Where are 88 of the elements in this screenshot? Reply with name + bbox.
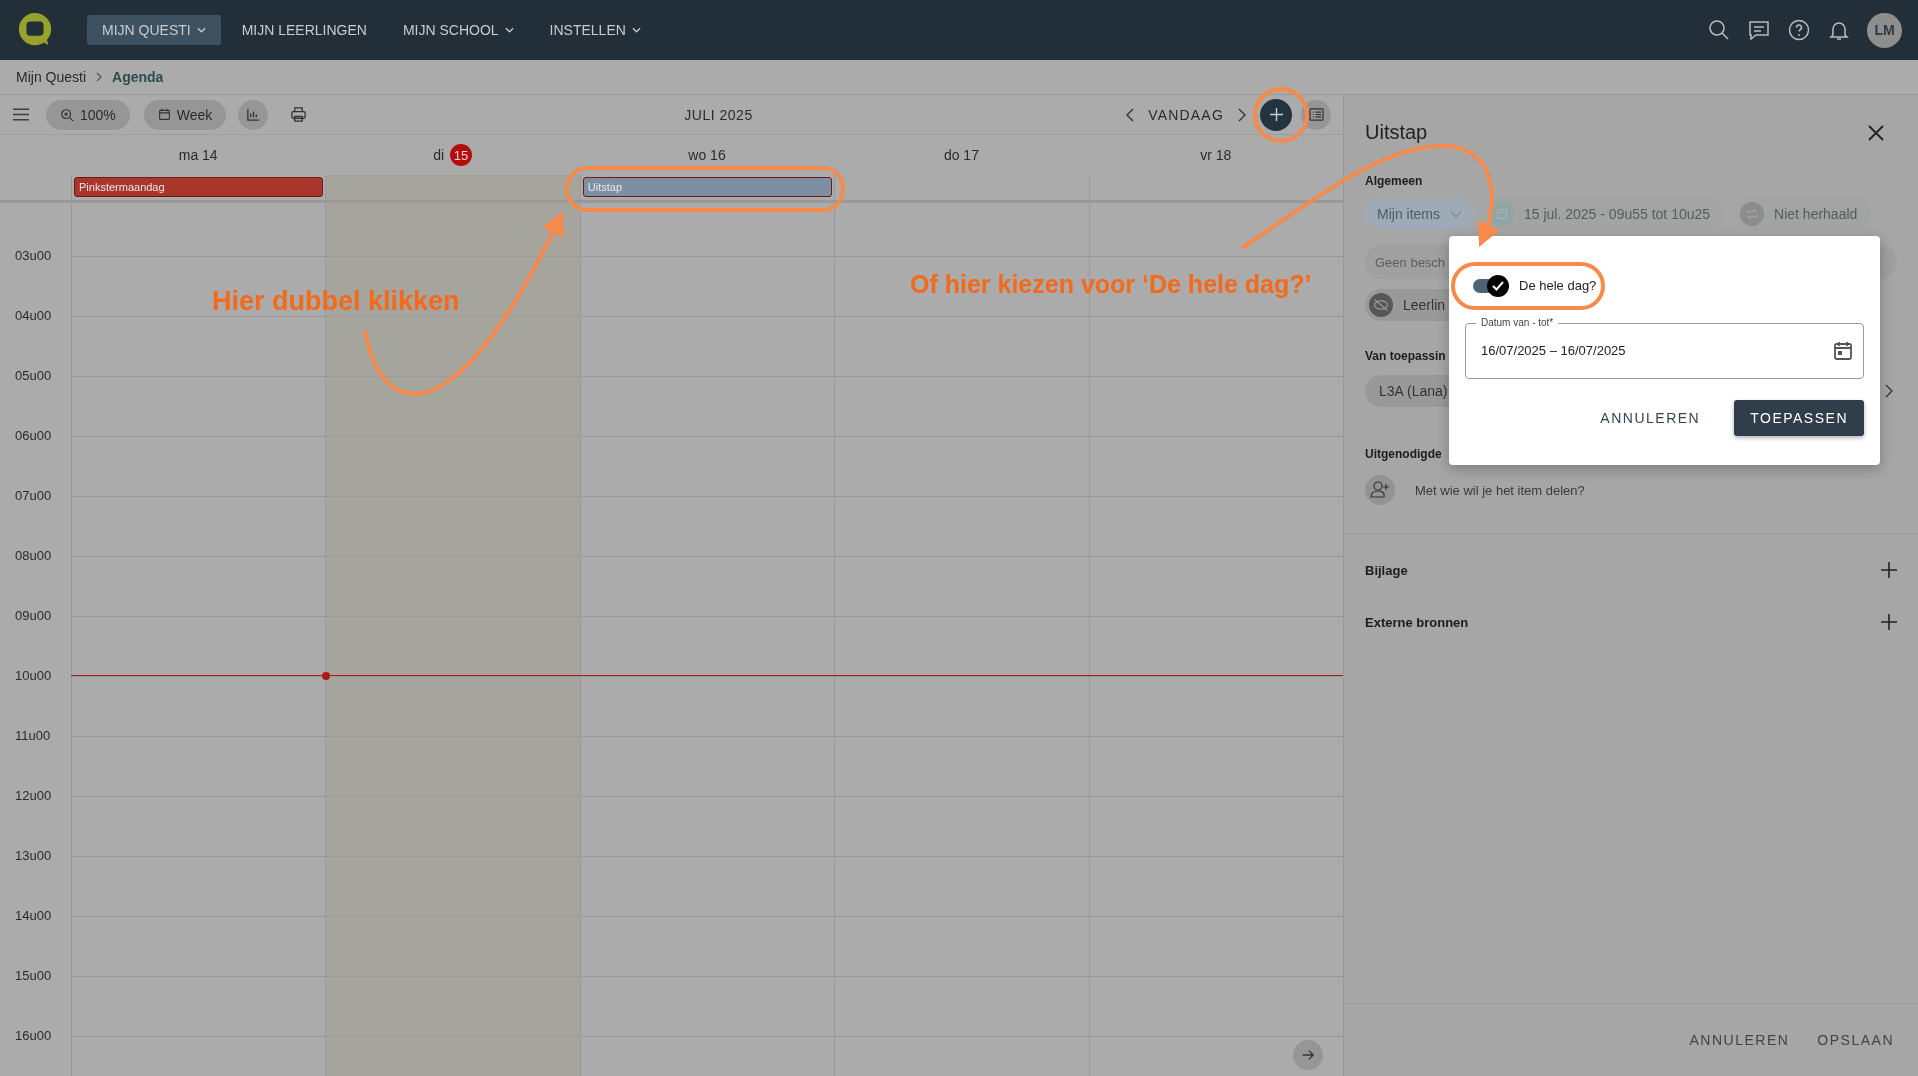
calendar-icon[interactable] bbox=[1833, 340, 1853, 361]
time-slot[interactable] bbox=[834, 676, 1089, 736]
time-slot[interactable] bbox=[325, 316, 580, 376]
chat-icon[interactable] bbox=[1747, 18, 1771, 42]
nav-menu-item[interactable]: MIJN SCHOOL bbox=[387, 15, 529, 45]
zoom-button[interactable]: 100% bbox=[46, 99, 130, 130]
hour-label: 08u00 bbox=[15, 548, 53, 563]
nav-menu-item[interactable]: INSTELLEN bbox=[534, 15, 656, 45]
arrow-right-icon bbox=[1301, 1048, 1316, 1062]
hour-label: 05u00 bbox=[15, 368, 53, 383]
nav-menu-item[interactable]: MIJN LEERLINGEN bbox=[226, 15, 382, 45]
hour-label: 14u00 bbox=[15, 908, 53, 923]
help-icon[interactable] bbox=[1787, 18, 1811, 42]
section-heading: Algemeen bbox=[1365, 174, 1423, 188]
highlight-ring bbox=[1253, 87, 1309, 143]
day-label: ma 14 bbox=[178, 147, 218, 163]
plus-icon[interactable] bbox=[1881, 562, 1897, 578]
chevron-down-icon bbox=[504, 27, 514, 33]
section-heading: Uitgenodigde bbox=[1365, 447, 1442, 461]
hour-label: 11u00 bbox=[15, 728, 52, 743]
view-button[interactable]: Week bbox=[143, 99, 227, 130]
section-heading: Bijlage bbox=[1365, 562, 1408, 578]
chevron-right-icon[interactable] bbox=[1238, 107, 1246, 122]
chevron-down-icon bbox=[1450, 210, 1462, 218]
calendar-icon bbox=[1490, 202, 1514, 226]
breadcrumb-link[interactable]: Mijn Questi bbox=[16, 69, 87, 85]
chevron-down-icon bbox=[631, 27, 641, 33]
current-time-dot bbox=[322, 672, 331, 680]
date-time-chip[interactable]: 15 jul. 2025 - 09u55 tot 10u25 bbox=[1486, 198, 1725, 230]
hour-label: 06u00 bbox=[15, 428, 53, 443]
chevron-down-icon bbox=[196, 27, 206, 33]
nav-menu-item[interactable]: MIJN QUESTI bbox=[87, 15, 221, 45]
hour-label: 15u00 bbox=[15, 968, 53, 983]
repeat-icon bbox=[1740, 202, 1765, 226]
day-label: wo 16 bbox=[688, 147, 726, 163]
add-person-icon[interactable] bbox=[1365, 475, 1395, 505]
date-range-field[interactable]: Datum van - tot* 16/07/2025 – 16/07/2025 bbox=[1465, 317, 1864, 379]
add-button[interactable] bbox=[1260, 98, 1292, 131]
hour-label: 12u00 bbox=[15, 788, 53, 803]
scroll-button[interactable] bbox=[1293, 1040, 1324, 1070]
today-date-badge: 15 bbox=[450, 144, 473, 166]
repeat-chip[interactable]: Niet herhaald bbox=[1736, 198, 1872, 230]
calendar-icon bbox=[157, 108, 171, 121]
time-slot[interactable] bbox=[325, 203, 580, 256]
zoom-in-icon bbox=[60, 107, 74, 122]
close-icon[interactable] bbox=[1868, 124, 1884, 141]
share-field[interactable]: Met wie wil je het item delen? bbox=[1415, 482, 1585, 498]
section-heading: Externe bronnen bbox=[1365, 614, 1469, 630]
eye-off-icon bbox=[1369, 293, 1393, 317]
chevron-right-icon bbox=[96, 72, 103, 82]
printer-icon[interactable] bbox=[290, 106, 308, 123]
footer-button[interactable]: ANNULEREN bbox=[1685, 1026, 1794, 1054]
hour-label: 10u00 bbox=[15, 668, 53, 683]
time-slot[interactable] bbox=[325, 376, 580, 436]
today-button[interactable]: VANDAAG bbox=[1134, 106, 1238, 123]
all-day-slot[interactable] bbox=[325, 175, 580, 200]
time-slot[interactable] bbox=[579, 676, 835, 736]
day-label: vr 18 bbox=[1200, 147, 1232, 163]
plus-icon bbox=[1268, 107, 1284, 122]
panel-title: Uitstap bbox=[1365, 121, 1428, 144]
bar-chart-icon bbox=[245, 107, 261, 122]
breadcrumb-current: Agenda bbox=[112, 69, 164, 85]
dialog-button[interactable]: TOEPASSEN bbox=[1734, 400, 1864, 436]
list-icon bbox=[1308, 108, 1324, 121]
annotation-text: Of hier kiezen voor ‘De hele dag?’ bbox=[910, 270, 1312, 299]
chart-button[interactable] bbox=[238, 99, 269, 130]
chevron-right-icon[interactable] bbox=[1885, 384, 1893, 398]
period-label: JULI 2025 bbox=[684, 106, 753, 123]
hour-label: 09u00 bbox=[15, 608, 53, 623]
day-label: do 17 bbox=[943, 147, 979, 163]
chevron-left-icon[interactable] bbox=[1126, 107, 1135, 122]
footer-button[interactable]: OPSLAAN bbox=[1813, 1026, 1898, 1054]
day-label: di bbox=[433, 147, 445, 163]
annotation-text: Hier dubbel klikken bbox=[212, 286, 460, 317]
calendar-select[interactable]: Mijn items bbox=[1365, 198, 1474, 230]
dialog-button[interactable]: ANNULEREN bbox=[1584, 400, 1717, 436]
hour-label: 07u00 bbox=[15, 488, 53, 503]
section-heading: Van toepassin bbox=[1365, 349, 1446, 363]
menu-icon[interactable] bbox=[13, 108, 29, 121]
plus-icon[interactable] bbox=[1881, 614, 1897, 630]
hour-label: 16u00 bbox=[15, 1028, 53, 1043]
user-avatar[interactable]: LM bbox=[1867, 12, 1902, 48]
time-slot[interactable] bbox=[325, 616, 580, 676]
hour-label: 03u00 bbox=[15, 248, 53, 263]
hour-label: 13u00 bbox=[15, 848, 53, 863]
search-icon[interactable] bbox=[1707, 18, 1731, 42]
toggle-label: De hele dag? bbox=[1519, 278, 1597, 293]
hour-label: 04u00 bbox=[15, 308, 53, 323]
